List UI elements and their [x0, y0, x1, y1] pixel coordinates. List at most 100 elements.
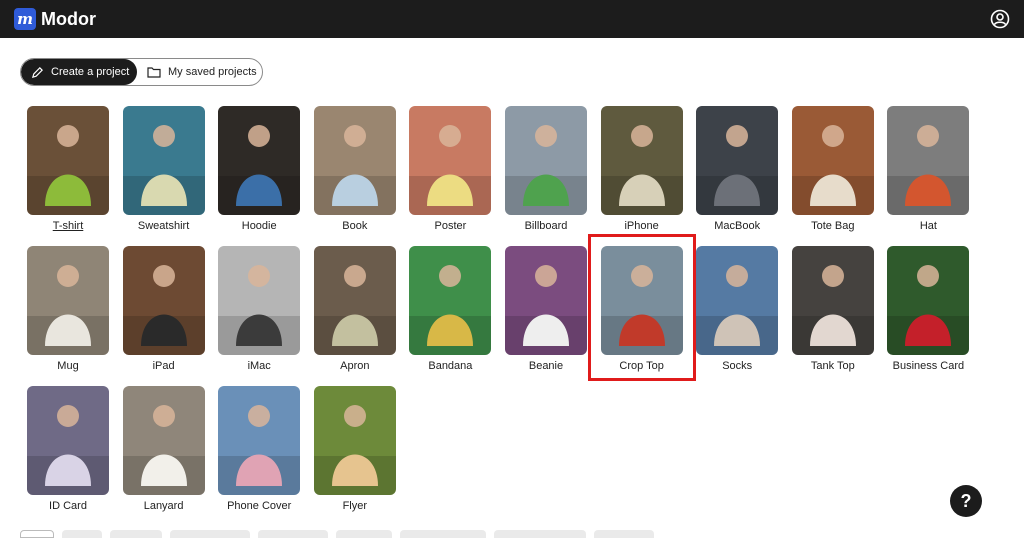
product-label[interactable]: Billboard [498, 220, 594, 232]
product-tile-book[interactable]: Book [307, 106, 403, 234]
product-label[interactable]: Book [307, 220, 403, 232]
product-label[interactable]: Hoodie [211, 220, 307, 232]
product-label[interactable]: MacBook [689, 220, 785, 232]
product-label[interactable]: Mug [20, 360, 116, 372]
saved-projects-tab[interactable]: My saved projects [137, 59, 262, 85]
product-image [313, 106, 396, 215]
product-label[interactable]: Flyer [307, 500, 403, 512]
product-tile-bandana[interactable]: Bandana [402, 246, 498, 374]
create-project-tab[interactable]: Create a project [21, 59, 137, 85]
product-label[interactable]: Tank Top [785, 360, 881, 372]
app-name[interactable]: Modor [41, 8, 96, 30]
product-thumbnail[interactable] [27, 106, 109, 215]
product-image [409, 246, 492, 355]
product-image [218, 106, 301, 215]
product-thumbnail[interactable] [600, 246, 683, 355]
product-image [27, 386, 109, 495]
product-thumbnail[interactable] [791, 246, 874, 355]
product-thumbnail[interactable] [122, 386, 205, 495]
product-thumbnail[interactable] [409, 106, 492, 215]
product-label[interactable]: Poster [402, 220, 498, 232]
product-label[interactable]: Beanie [498, 360, 594, 372]
product-tile-billboard[interactable]: Billboard [498, 106, 594, 234]
product-image [313, 386, 396, 495]
product-thumbnail[interactable] [122, 106, 205, 215]
saved-projects-label: My saved projects [168, 66, 257, 78]
product-thumbnail[interactable] [27, 246, 109, 355]
product-label[interactable]: T-shirt [20, 220, 116, 232]
bottom-row-partial [20, 530, 780, 538]
product-thumbnail[interactable] [505, 246, 587, 355]
product-label[interactable]: Bandana [402, 360, 498, 372]
product-image [600, 106, 683, 215]
product-label[interactable]: iPad [116, 360, 212, 372]
product-label[interactable]: Hat [880, 220, 976, 232]
product-thumbnail[interactable] [313, 106, 396, 215]
product-thumbnail[interactable] [696, 246, 779, 355]
product-tile-socks[interactable]: Socks [689, 246, 785, 374]
top-bar: m Modor [0, 0, 1024, 38]
product-image [887, 246, 970, 355]
product-thumbnail[interactable] [600, 106, 683, 215]
project-mode-toggle: Create a project My saved projects [20, 58, 263, 86]
create-project-label: Create a project [51, 66, 130, 78]
product-tile-beanie[interactable]: Beanie [498, 246, 594, 374]
product-tile-iphone[interactable]: iPhone [594, 106, 690, 234]
product-thumbnail[interactable] [505, 106, 587, 215]
product-image [218, 246, 301, 355]
product-tile-tote-bag[interactable]: Tote Bag [785, 106, 881, 234]
product-thumbnail[interactable] [409, 246, 492, 355]
product-image [600, 246, 683, 355]
account-circle-icon[interactable] [990, 9, 1010, 29]
product-tile-hat[interactable]: Hat [880, 106, 976, 234]
product-image [696, 246, 779, 355]
product-label[interactable]: Phone Cover [211, 500, 307, 512]
product-label[interactable]: Socks [689, 360, 785, 372]
product-label[interactable]: Tote Bag [785, 220, 881, 232]
product-label[interactable]: iMac [211, 360, 307, 372]
product-tile-imac[interactable]: iMac [211, 246, 307, 374]
product-thumbnail[interactable] [313, 246, 396, 355]
product-thumbnail[interactable] [887, 246, 970, 355]
product-label[interactable]: ID Card [20, 500, 116, 512]
product-thumbnail[interactable] [218, 386, 301, 495]
product-tile-poster[interactable]: Poster [402, 106, 498, 234]
product-tile-apron[interactable]: Apron [307, 246, 403, 374]
product-tile-t-shirt[interactable]: T-shirt [20, 106, 116, 234]
product-thumbnail[interactable] [218, 106, 301, 215]
product-image [122, 246, 205, 355]
modor-logo-icon[interactable]: m [14, 8, 36, 30]
product-tile-lanyard[interactable]: Lanyard [116, 386, 212, 514]
product-image [122, 106, 205, 215]
product-thumbnail[interactable] [27, 386, 109, 495]
product-tile-business-card[interactable]: Business Card [880, 246, 976, 374]
product-label[interactable]: Crop Top [594, 360, 690, 372]
product-tile-tank-top[interactable]: Tank Top [785, 246, 881, 374]
product-thumbnail[interactable] [696, 106, 779, 215]
product-thumbnail[interactable] [313, 386, 396, 495]
help-button[interactable]: ? [950, 485, 982, 517]
product-label[interactable]: iPhone [594, 220, 690, 232]
product-label[interactable]: Sweatshirt [116, 220, 212, 232]
product-tile-ipad[interactable]: iPad [116, 246, 212, 374]
product-thumbnail[interactable] [122, 246, 205, 355]
product-tile-crop-top[interactable]: Crop Top [594, 246, 690, 374]
product-image [122, 386, 205, 495]
product-image [409, 106, 492, 215]
product-thumbnail[interactable] [887, 106, 970, 215]
product-image [27, 246, 109, 355]
product-thumbnail[interactable] [791, 106, 874, 215]
product-image [887, 106, 970, 215]
product-tile-macbook[interactable]: MacBook [689, 106, 785, 234]
product-tile-id-card[interactable]: ID Card [20, 386, 116, 514]
product-label[interactable]: Apron [307, 360, 403, 372]
product-label[interactable]: Business Card [880, 360, 976, 372]
product-tile-hoodie[interactable]: Hoodie [211, 106, 307, 234]
product-tile-flyer[interactable]: Flyer [307, 386, 403, 514]
product-label[interactable]: Lanyard [116, 500, 212, 512]
product-tile-mug[interactable]: Mug [20, 246, 116, 374]
folder-icon [147, 67, 161, 78]
product-thumbnail[interactable] [218, 246, 301, 355]
product-tile-phone-cover[interactable]: Phone Cover [211, 386, 307, 514]
product-tile-sweatshirt[interactable]: Sweatshirt [116, 106, 212, 234]
